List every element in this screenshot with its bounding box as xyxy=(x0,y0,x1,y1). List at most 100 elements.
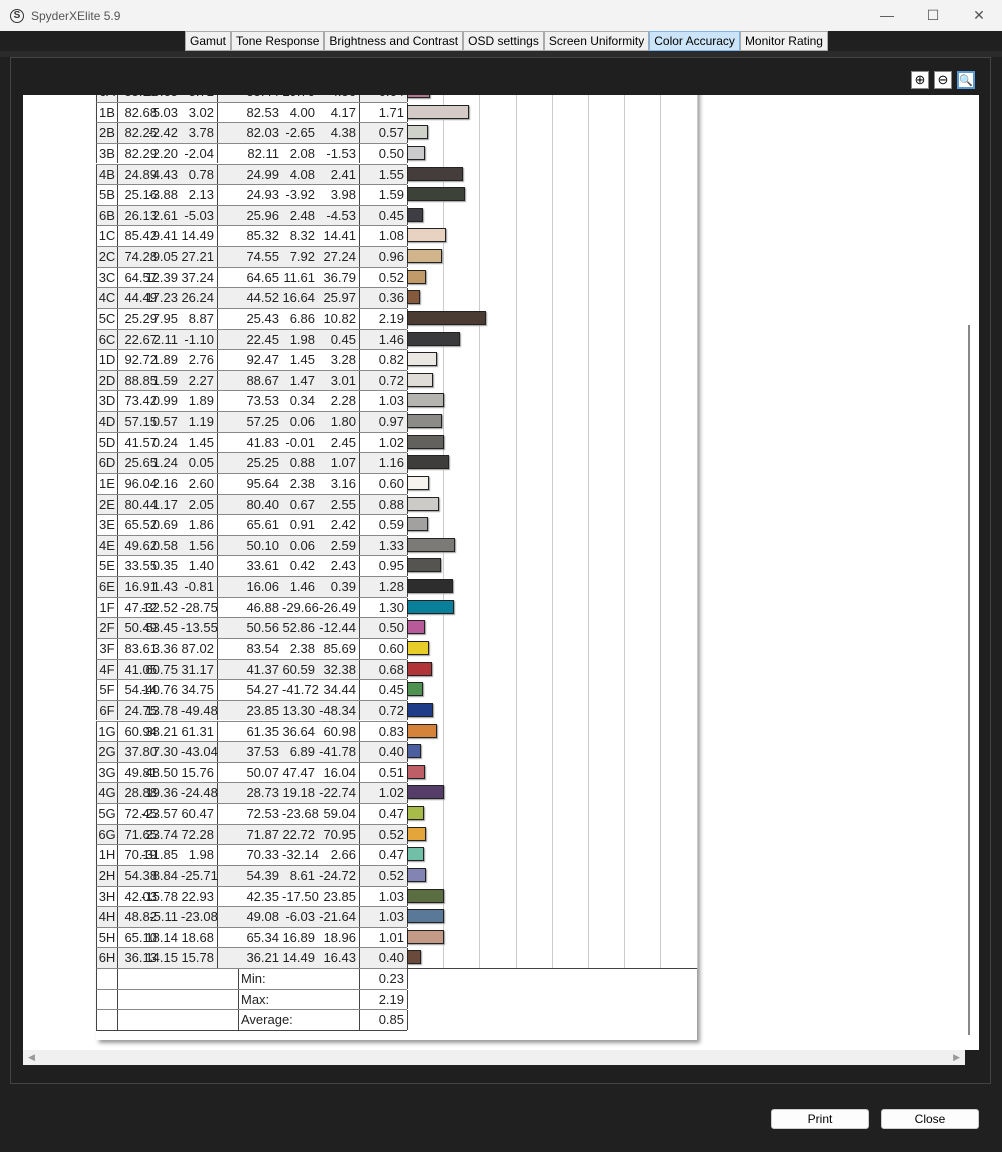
meas-L: 44.52 xyxy=(246,290,279,306)
summary-label: Max: xyxy=(239,989,360,1010)
ref-b: 2.76 xyxy=(181,350,218,370)
delta-e: 0.47 xyxy=(360,804,408,824)
tab-screen-uniformity[interactable]: Screen Uniformity xyxy=(543,31,650,51)
vertical-scroll-thumb[interactable] xyxy=(968,325,970,1035)
delta-e-bar xyxy=(407,847,424,862)
ref-b: 1.89 xyxy=(181,391,218,412)
ref-a: -40.76 xyxy=(141,682,178,698)
zoom-out-icon[interactable]: ⊖ xyxy=(934,71,952,89)
ref-a: -3.88 xyxy=(148,187,178,203)
patch-id: 4G xyxy=(97,783,118,803)
maximize-button[interactable]: ☐ xyxy=(910,0,956,31)
meas-a: 60.59 xyxy=(282,661,315,677)
delta-e: 1.33 xyxy=(360,535,408,556)
meas-b: -1.53 xyxy=(318,143,360,164)
delta-e-bar xyxy=(407,414,443,429)
delta-e-bar xyxy=(407,620,426,635)
horizontal-scrollbar[interactable]: ◀ ▶ xyxy=(23,1050,965,1065)
table-row: 3C 64.57 12.39 37.24 64.65 11.61 36.79 0.52 xyxy=(96,266,408,288)
zoom-fit-icon[interactable]: 🔍 xyxy=(957,71,975,89)
delta-e-bar xyxy=(407,455,449,470)
ref-b: 2.27 xyxy=(181,370,218,391)
meas-L: 80.40 xyxy=(246,496,279,512)
table-row: 6E 16.91 1.43 -0.81 16.06 1.46 0.39 1.28 xyxy=(96,576,408,597)
table-row: 2D 88.85 1.59 2.27 88.67 1.47 3.01 0.72 xyxy=(96,369,408,391)
meas-b: -22.74 xyxy=(318,783,360,803)
meas-b: 2.59 xyxy=(318,535,360,556)
delta-e-bar xyxy=(407,744,422,759)
delta-e: 0.97 xyxy=(360,412,408,432)
ref-b: -5.72 xyxy=(181,95,218,102)
scroll-right-icon[interactable]: ▶ xyxy=(953,1050,960,1065)
ref-a: 7.30 xyxy=(152,744,178,760)
ref-a: 8.84 xyxy=(152,867,178,883)
ref-a: 23.74 xyxy=(145,826,178,842)
close-button[interactable]: Close xyxy=(881,1109,979,1129)
delta-e: 0.45 xyxy=(360,680,408,700)
ref-a: 0.99 xyxy=(152,393,178,409)
delta-e-bar xyxy=(407,187,465,202)
table-row: 1D 92.72 1.89 2.76 92.47 1.45 3.28 0.82 xyxy=(96,349,408,370)
grid-line xyxy=(551,95,553,969)
table-row: 6C 22.67 2.11 -1.10 22.45 1.98 0.45 1.46 xyxy=(96,328,408,350)
ref-b: 14.49 xyxy=(181,226,218,246)
delta-e-bar xyxy=(407,806,424,821)
minimize-button[interactable]: — xyxy=(864,0,910,31)
tab-osd-settings[interactable]: OSD settings xyxy=(463,31,544,51)
meas-b: 18.96 xyxy=(318,927,360,948)
table-row: 3F 83.61 3.36 87.02 83.54 2.38 85.69 0.60 xyxy=(96,638,408,659)
patch-id: 2B xyxy=(97,123,118,143)
meas-b: 0.39 xyxy=(318,577,360,597)
table-row: 6A55.1330.65-5.7255.4429.70-4.560.64 xyxy=(96,95,408,102)
tab-gamut[interactable]: Gamut xyxy=(185,31,232,51)
meas-b: 3.28 xyxy=(318,350,360,370)
delta-e-bar xyxy=(407,950,422,965)
tab-tone-response[interactable]: Tone Response xyxy=(231,31,325,51)
table-row: 2E 80.44 1.17 2.05 80.40 0.67 2.55 0.88 xyxy=(96,493,408,515)
delta-e-bar xyxy=(407,269,426,284)
delta-e-bar xyxy=(407,888,445,903)
print-button[interactable]: Print xyxy=(771,1109,869,1129)
table-row: 6F 24.75 13.78 -49.48 23.85 13.30 -48.34 0.72 xyxy=(96,699,408,721)
meas-L: 83.54 xyxy=(246,641,279,656)
zoom-in-icon[interactable]: ⊕ xyxy=(911,71,929,89)
meas-L: 61.35 xyxy=(246,723,279,739)
delta-e: 0.52 xyxy=(360,865,408,886)
meas-L: 25.25 xyxy=(246,455,279,471)
patch-id: 3H xyxy=(97,886,118,907)
tab-color-accuracy[interactable]: Color Accuracy xyxy=(649,31,740,51)
vertical-scrollbar[interactable] xyxy=(965,95,979,1050)
ref-b: 3.78 xyxy=(181,123,218,143)
meas-a: 13.30 xyxy=(282,702,315,718)
meas-L: 50.10 xyxy=(246,537,279,553)
delta-e: 0.64 xyxy=(360,95,408,102)
meas-L: 73.53 xyxy=(246,393,279,409)
delta-e: 1.59 xyxy=(360,185,408,205)
meas-L: 36.21 xyxy=(246,950,279,966)
ref-a: -31.85 xyxy=(141,847,178,863)
meas-a: 29.70 xyxy=(282,95,318,102)
close-window-button[interactable]: ✕ xyxy=(956,0,1002,31)
tab-brightness-contrast[interactable]: Brightness and Contrast xyxy=(324,31,464,51)
meas-L: 33.61 xyxy=(246,558,279,574)
table-row: 6D 25.65 1.24 0.05 25.25 0.88 1.07 1.16 xyxy=(96,452,408,473)
ref-b: 8.87 xyxy=(181,308,218,329)
delta-e: 0.36 xyxy=(360,288,408,308)
scroll-left-icon[interactable]: ◀ xyxy=(28,1050,35,1065)
summary-value: 0.23 xyxy=(360,969,408,989)
grid-line xyxy=(515,95,517,969)
ref-b: -13.55 xyxy=(181,618,218,638)
ref-a: 4.43 xyxy=(152,166,178,182)
meas-b: 2.42 xyxy=(318,515,360,535)
delta-e-bar xyxy=(407,579,454,594)
meas-b: 85.69 xyxy=(318,639,360,659)
app-title: SpyderXElite 5.9 xyxy=(31,8,121,23)
tab-monitor-rating[interactable]: Monitor Rating xyxy=(739,31,828,51)
meas-L: 54.27 xyxy=(246,682,279,698)
ref-a: 0.69 xyxy=(152,517,178,533)
patch-id: 1C xyxy=(97,226,118,246)
ref-a: 19.36 xyxy=(145,785,178,801)
empty-cell xyxy=(97,1010,118,1030)
meas-a: 6.86 xyxy=(289,310,315,326)
meas-b: 3.98 xyxy=(318,185,360,205)
